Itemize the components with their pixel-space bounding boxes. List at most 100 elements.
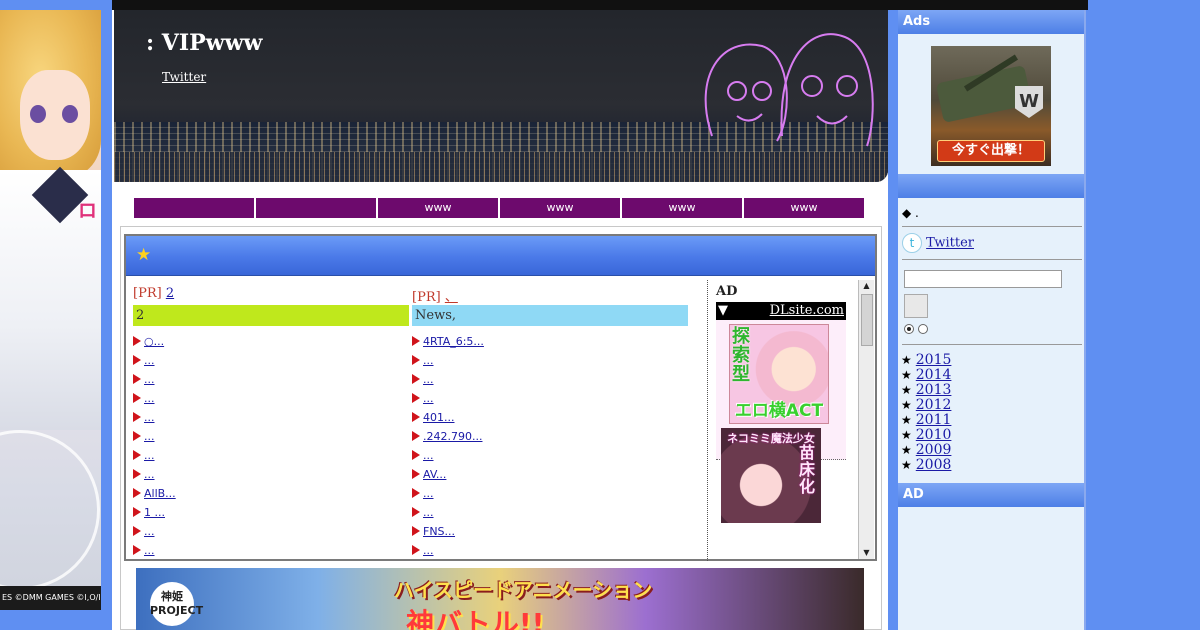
ad-banner-2[interactable]: ネコミミ魔法少女 苗床化: [721, 428, 821, 523]
article-link[interactable]: ...: [423, 487, 434, 500]
ad-label: AD: [716, 284, 738, 299]
list-item: ...: [412, 503, 688, 522]
red-arrow-icon: [133, 431, 141, 441]
list-item: ...: [133, 427, 409, 446]
search-input[interactable]: [904, 270, 1062, 288]
ad-banner-2-vertical-text: 苗床化: [799, 443, 816, 496]
list-item: ...: [412, 541, 688, 560]
nav-item-2[interactable]: [256, 198, 376, 218]
triangle-down-icon: ▼: [718, 303, 728, 318]
scrollbar[interactable]: ▲ ▼: [858, 280, 874, 559]
archive-link[interactable]: 2008: [916, 457, 952, 473]
archive-link[interactable]: 2012: [916, 397, 952, 413]
article-link[interactable]: ...: [423, 354, 434, 367]
pr-link[interactable]: 、: [445, 290, 458, 305]
ad-banner-1[interactable]: 探索型 エロ横ACT: [729, 324, 829, 424]
archive-item: ★ 2009: [901, 443, 1084, 458]
header-twitter-link[interactable]: Twitter: [162, 70, 206, 84]
site-title[interactable]: : VIPwww: [146, 30, 263, 56]
red-arrow-icon: [133, 374, 141, 384]
article-link[interactable]: AllB...: [144, 487, 176, 500]
red-arrow-icon: [133, 393, 141, 403]
article-link[interactable]: FNS...: [423, 525, 455, 538]
radio-option-2[interactable]: [918, 324, 928, 334]
article-link[interactable]: ...: [144, 392, 155, 405]
red-arrow-icon: [412, 450, 420, 460]
article-link[interactable]: ...: [423, 449, 434, 462]
article-link[interactable]: ...: [144, 411, 155, 424]
nav-item-6[interactable]: www: [744, 198, 864, 218]
red-arrow-icon: [412, 431, 420, 441]
article-link[interactable]: ...: [144, 373, 155, 386]
archive-link[interactable]: 2013: [916, 382, 952, 398]
article-link[interactable]: ...: [144, 430, 155, 443]
sidebar-twitter-link[interactable]: Twitter: [926, 236, 974, 251]
column-title[interactable]: 2: [133, 305, 409, 326]
archive-link[interactable]: 2015: [916, 352, 952, 368]
nav-item-5[interactable]: www: [622, 198, 742, 218]
article-link[interactable]: 401...: [423, 411, 455, 424]
archive-link[interactable]: 2010: [916, 427, 952, 443]
list-item: ...: [133, 389, 409, 408]
archive-link[interactable]: 2009: [916, 442, 952, 458]
scroll-up-icon[interactable]: ▲: [859, 280, 874, 292]
red-arrow-icon: [412, 469, 420, 479]
search-button[interactable]: [904, 294, 928, 318]
radio-option-1[interactable]: [904, 324, 914, 334]
nav-item-1[interactable]: [134, 198, 254, 218]
link-column-left: [PR] 2 2 ○... ... ... ... ... ... ... ..…: [133, 286, 409, 560]
list-item: ...: [133, 465, 409, 484]
banner-headline: ハイスピードアニメーション: [394, 578, 653, 602]
archive-link[interactable]: 2014: [916, 367, 952, 383]
antenna-box: ★ [PR] 2 2 ○... ... ... ... ... ... ... …: [124, 234, 877, 561]
list-item: 1 ...: [133, 503, 409, 522]
twitter-icon[interactable]: t: [902, 233, 922, 253]
list-item: 4RTA_6:5...: [412, 332, 688, 351]
archive-link[interactable]: 2011: [916, 412, 952, 428]
pr-link[interactable]: 2: [166, 286, 174, 301]
dlsite-bar: ▼ DLsite.com: [716, 302, 846, 320]
column-title[interactable]: News,: [412, 305, 688, 326]
list-item: ...: [133, 351, 409, 370]
nav-bar: www www www www: [134, 198, 864, 218]
article-link[interactable]: ○...: [144, 335, 164, 348]
article-link[interactable]: ...: [423, 544, 434, 557]
nav-item-3[interactable]: www: [378, 198, 498, 218]
list-item: ○...: [133, 332, 409, 351]
article-link[interactable]: ...: [144, 525, 155, 538]
article-link[interactable]: 1 ...: [144, 506, 165, 519]
scroll-thumb[interactable]: [861, 294, 873, 346]
article-link[interactable]: ...: [423, 373, 434, 386]
red-arrow-icon: [133, 336, 141, 346]
article-link[interactable]: ...: [423, 506, 434, 519]
divider: [902, 344, 1082, 345]
red-arrow-icon: [133, 450, 141, 460]
star-icon: ★: [901, 443, 912, 457]
header-character-sketch: [704, 33, 874, 147]
game-ad-banner[interactable]: 神姫 PROJECT ハイスピードアニメーション 神バトル!!: [136, 568, 864, 630]
diamond-line: ◆ .: [902, 206, 919, 220]
article-link[interactable]: .242.790...: [423, 430, 482, 443]
pr-tag: [PR]: [412, 290, 441, 305]
character-eye: [62, 105, 78, 123]
list-item: ...: [412, 446, 688, 465]
article-link[interactable]: ...: [144, 468, 155, 481]
article-link[interactable]: ...: [423, 392, 434, 405]
archive-item: ★ 2010: [901, 428, 1084, 443]
red-arrow-icon: [412, 545, 420, 555]
nav-item-4[interactable]: www: [500, 198, 620, 218]
scroll-down-icon[interactable]: ▼: [859, 547, 874, 559]
article-link[interactable]: ...: [144, 354, 155, 367]
article-link[interactable]: 4RTA_6:5...: [423, 335, 484, 348]
tank-game-ad[interactable]: W 今すぐ出撃！: [931, 46, 1051, 166]
article-link[interactable]: ...: [144, 449, 155, 462]
site-header: : VIPwww Twitter: [114, 10, 888, 182]
article-link[interactable]: ...: [144, 544, 155, 557]
list-item: ...: [412, 351, 688, 370]
archive-item: ★ 2013: [901, 383, 1084, 398]
dlsite-link[interactable]: DLsite.com: [770, 302, 844, 320]
list-item: FNS...: [412, 522, 688, 541]
archive-item: ★ 2014: [901, 368, 1084, 383]
left-skin-ad[interactable]: ロ ES ©DMM GAMES ©I,O/I: [0, 10, 101, 610]
article-link[interactable]: AV...: [423, 468, 446, 481]
